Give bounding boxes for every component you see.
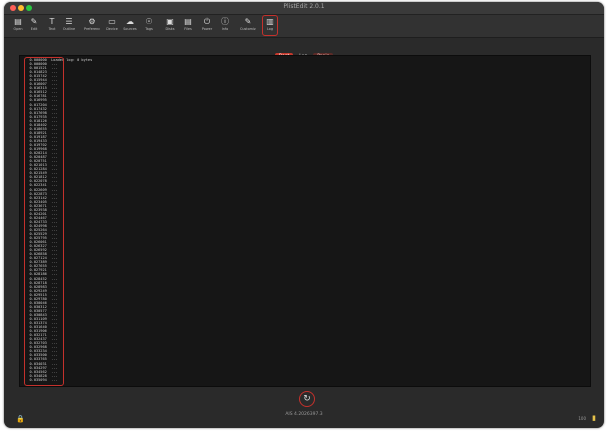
disk-icon: ▣ [166, 17, 174, 26]
title-bar: PlistEdit 2.0.1 [4, 2, 604, 15]
toolbar-label: Preferences [84, 27, 100, 31]
power-icon: ⏻ [203, 17, 211, 26]
refresh-icon: ↻ [303, 394, 311, 404]
pencil-icon: ✎ [30, 17, 38, 26]
toolbar-power-button[interactable]: ⏻ Power [199, 16, 215, 36]
toolbar-label: Text [48, 27, 56, 31]
toolbar-label: Open [13, 27, 23, 31]
log-console[interactable]: 0.000000 Loaded log: 0 bytes 0.000000 ..… [19, 55, 591, 387]
files-icon: ▤ [184, 17, 192, 26]
window-title: PlistEdit 2.0.1 [283, 3, 325, 10]
toolbar-preferences-button[interactable]: ⚙Preferences [84, 16, 100, 36]
battery-label: 100 [578, 416, 586, 421]
gear-icon: ⚙ [88, 17, 96, 26]
toolbar-log-button[interactable]: ▥ Log [262, 15, 278, 36]
toolbar-label: Info [221, 27, 229, 31]
pencil-icon: ✎ [244, 17, 252, 26]
reload-button[interactable]: ↻ [299, 391, 315, 407]
toolbar-text-button[interactable]: T Text [44, 16, 60, 36]
lock-icon[interactable]: 🔒 [16, 415, 25, 423]
toolbar-files-button[interactable]: ▤ Files [180, 16, 196, 36]
toolbar-label: Power [201, 27, 213, 31]
battery-icon: ▮ [592, 414, 596, 422]
bulb-icon: ☉ [145, 17, 153, 26]
toolbar-device-button[interactable]: ▭ Device [104, 16, 120, 36]
toolbar-label: Sources [123, 27, 137, 31]
info-icon: ⓘ [221, 17, 229, 26]
toolbar-label: Customize [240, 27, 256, 31]
toolbar-customize-button[interactable]: ✎Customize [240, 16, 256, 36]
app-window: PlistEdit 2.0.1 ▤ Open ✎ Edit T Text ☰ Outline ⚙… [4, 2, 604, 428]
cloud-icon: ☁ [126, 17, 134, 26]
outline-icon: ☰ [65, 17, 73, 26]
log-text: 0.000000 Loaded log: 0 bytes 0.000000 ..… [29, 58, 93, 382]
toolbar-outline-button[interactable]: ☰ Outline [61, 16, 77, 36]
toolbar-label: Log [266, 27, 274, 31]
toolbar-info-button[interactable]: ⓘ Info [217, 16, 233, 36]
toolbar-disks-button[interactable]: ▣ Disks [162, 16, 178, 36]
toolbar-edit-button[interactable]: ✎ Edit [26, 16, 42, 36]
toolbar-label: Files [184, 27, 192, 31]
doc-icon: ▤ [14, 17, 22, 26]
toolbar-label: Tags [145, 27, 153, 31]
log-type-segmented-control: BootLogPanic [4, 42, 604, 61]
toolbar-label: Outline [62, 27, 76, 31]
toolbar-tags-button[interactable]: ☉ Tags [141, 16, 157, 36]
toolbar: ▤Open✎EditTText☰Outline⚙Preferences▭Devi… [4, 15, 604, 38]
device-icon: ▭ [108, 17, 116, 26]
toolbar-label: Disks [165, 27, 175, 31]
toolbar-label: Device [106, 27, 118, 31]
toolbar-label: Edit [30, 27, 38, 31]
footer-version-text: AIS 4.2026397.3 [285, 412, 323, 417]
log-icon: ▥ [266, 17, 274, 26]
toolbar-sources-button[interactable]: ☁ Sources [122, 16, 138, 36]
text-icon: T [49, 17, 55, 26]
toolbar-open-button[interactable]: ▤ Open [10, 16, 26, 36]
